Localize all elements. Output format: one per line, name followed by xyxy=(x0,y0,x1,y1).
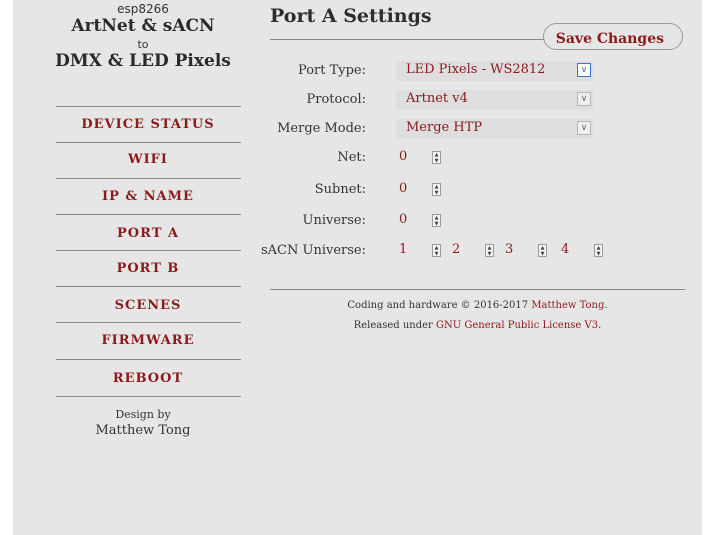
nav-divider xyxy=(56,214,241,215)
universe-input[interactable]: 0 ▲ ▼ xyxy=(396,211,441,231)
design-by-label: Design by xyxy=(115,408,171,421)
nav-divider xyxy=(56,250,241,251)
nav-divider xyxy=(56,396,241,397)
subnet-label: Subnet: xyxy=(314,182,366,197)
footer-license: Released under GNU General Public Licens… xyxy=(270,320,685,331)
save-changes-button[interactable]: Save Changes xyxy=(543,23,683,50)
protocol-label: Protocol: xyxy=(306,92,366,107)
brand-block: esp8266 ArtNet & sACN to DMX & LED Pixel… xyxy=(43,2,243,71)
net-input[interactable]: 0 ▲ ▼ xyxy=(396,148,441,168)
port-type-select[interactable]: LED Pixels - WS2812 ∨ xyxy=(396,61,593,81)
page-title: Port A Settings xyxy=(270,5,432,27)
spinner-icon[interactable]: ▲ ▼ xyxy=(538,244,547,257)
designer-name: Matthew Tong xyxy=(95,423,191,438)
footer-text: Coding and hardware © 2016-2017 xyxy=(347,300,532,311)
chevron-down-icon[interactable]: ∨ xyxy=(577,92,591,106)
protocol-value: Artnet v4 xyxy=(406,91,468,106)
nav-item-port-b[interactable]: PORT B xyxy=(43,261,253,276)
port-type-value: LED Pixels - WS2812 xyxy=(406,62,546,77)
spinner-icon[interactable]: ▲ ▼ xyxy=(432,183,441,196)
chevron-down-icon[interactable]: ∨ xyxy=(577,63,591,77)
title-divider xyxy=(270,39,555,40)
spinner-icon[interactable]: ▲ ▼ xyxy=(432,244,441,257)
sacn-universe-value: 2 xyxy=(452,242,461,257)
spinner-icon[interactable]: ▲ ▼ xyxy=(485,244,494,257)
footer-text: . xyxy=(604,300,608,311)
license-link[interactable]: GNU General Public License V3 xyxy=(436,320,598,331)
net-value: 0 xyxy=(399,149,408,164)
design-credit: Design by Matthew Tong xyxy=(43,408,243,438)
brand-subtitle: DMX & LED Pixels xyxy=(55,51,231,71)
nav-divider xyxy=(56,359,241,360)
nav-divider xyxy=(56,322,241,323)
nav-item-reboot[interactable]: REBOOT xyxy=(43,371,253,386)
brand-to: to xyxy=(137,38,149,51)
page-panel: esp8266 ArtNet & sACN to DMX & LED Pixel… xyxy=(13,0,702,535)
footer-credit: Coding and hardware © 2016-2017 Matthew … xyxy=(270,300,685,311)
footer-text: . xyxy=(598,320,602,331)
spinner-icon[interactable]: ▲ ▼ xyxy=(594,244,603,257)
nav-item-port-a[interactable]: PORT A xyxy=(43,226,253,241)
footer-divider xyxy=(270,289,685,290)
spinner-icon[interactable]: ▲ ▼ xyxy=(432,214,441,227)
sacn-universe-value: 4 xyxy=(561,242,570,257)
merge-mode-label: Merge Mode: xyxy=(277,121,366,136)
nav-item-device-status[interactable]: DEVICE STATUS xyxy=(43,117,253,132)
nav-item-scenes[interactable]: SCENES xyxy=(43,298,253,313)
author-link[interactable]: Matthew Tong xyxy=(531,300,604,311)
nav-item-firmware[interactable]: FIRMWARE xyxy=(43,333,253,348)
protocol-select[interactable]: Artnet v4 ∨ xyxy=(396,90,593,110)
brand-device: esp8266 xyxy=(117,2,169,16)
nav-item-ip-name[interactable]: IP & NAME xyxy=(43,189,253,204)
chevron-down-icon[interactable]: ∨ xyxy=(577,121,591,135)
sacn-universe-input-3[interactable]: 3 ▲ ▼ xyxy=(502,241,547,261)
subnet-input[interactable]: 0 ▲ ▼ xyxy=(396,180,441,200)
sacn-universe-value: 1 xyxy=(399,242,408,257)
sacn-universe-label: sACN Universe: xyxy=(261,243,366,258)
sacn-universe-input-2[interactable]: 2 ▲ ▼ xyxy=(449,241,494,261)
brand-title: ArtNet & sACN xyxy=(71,16,215,36)
nav-divider xyxy=(56,106,241,107)
net-label: Net: xyxy=(337,150,366,165)
sacn-universe-input-4[interactable]: 4 ▲ ▼ xyxy=(558,241,603,261)
universe-value: 0 xyxy=(399,212,408,227)
nav-divider xyxy=(56,142,241,143)
merge-mode-select[interactable]: Merge HTP ∨ xyxy=(396,119,593,139)
nav-divider xyxy=(56,178,241,179)
sacn-universe-value: 3 xyxy=(505,242,514,257)
merge-mode-value: Merge HTP xyxy=(406,120,483,135)
spinner-icon[interactable]: ▲ ▼ xyxy=(432,151,441,164)
nav-item-wifi[interactable]: WIFI xyxy=(43,152,253,167)
port-type-label: Port Type: xyxy=(297,63,366,78)
universe-label: Universe: xyxy=(302,213,366,228)
sacn-universe-input-1[interactable]: 1 ▲ ▼ xyxy=(396,241,441,261)
subnet-value: 0 xyxy=(399,181,408,196)
nav-divider xyxy=(56,286,241,287)
footer-text: Released under xyxy=(353,320,437,331)
